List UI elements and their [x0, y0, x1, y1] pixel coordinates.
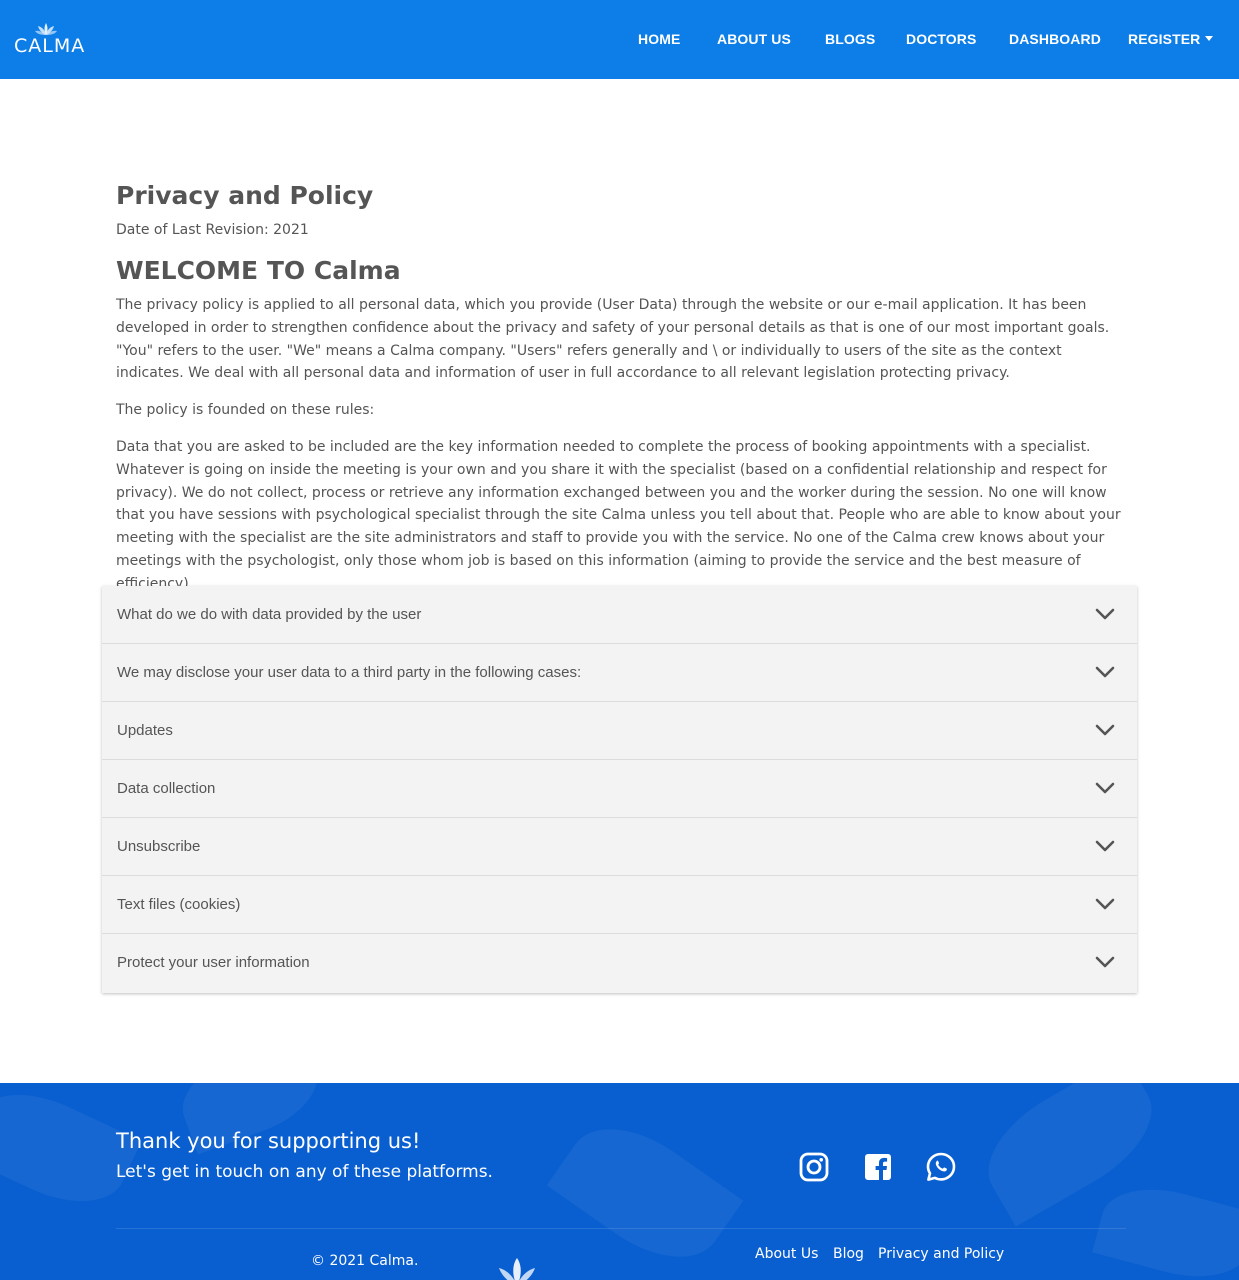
accordion-label: We may disclose your user data to a thir…: [117, 664, 582, 681]
nav-register-label: REGISTER: [1128, 31, 1201, 47]
whatsapp-icon[interactable]: [925, 1151, 957, 1183]
accordion-label: What do we do with data provided by the …: [117, 606, 422, 623]
nav-home[interactable]: HOME: [638, 31, 680, 47]
footer-link-blog[interactable]: Blog: [833, 1246, 864, 1262]
accordion-item[interactable]: What do we do with data provided by the …: [102, 586, 1137, 644]
welcome-heading: WELCOME TO Calma: [116, 256, 401, 285]
lotus-icon: [499, 1258, 535, 1280]
nav-doctors[interactable]: DOCTORS: [906, 31, 976, 47]
footer-divider: [116, 1228, 1126, 1229]
revision-date: Date of Last Revision: 2021: [116, 222, 309, 238]
intro-paragraph: The privacy policy is applied to all per…: [116, 297, 1110, 382]
chevron-down-icon: [1095, 840, 1115, 852]
accordion-label: Protect your user information: [117, 954, 310, 971]
nav-register-dropdown[interactable]: REGISTER: [1128, 31, 1214, 47]
accordion-item[interactable]: Text files (cookies): [102, 876, 1137, 934]
footer-link-privacy-policy[interactable]: Privacy and Policy: [878, 1246, 1004, 1262]
accordion-item[interactable]: Unsubscribe: [102, 818, 1137, 876]
accordion-item[interactable]: Updates: [102, 702, 1137, 760]
navbar: CALMA HOME ABOUT US BLOGS DOCTORS DASHBO…: [0, 0, 1239, 79]
accordion-item[interactable]: We may disclose your user data to a thir…: [102, 644, 1137, 702]
rules-intro: The policy is founded on these rules:: [116, 402, 375, 418]
chevron-down-icon: [1095, 608, 1115, 620]
accordion-label: Text files (cookies): [117, 896, 241, 913]
chevron-down-icon: [1095, 666, 1115, 678]
caret-down-icon: [1205, 36, 1214, 41]
brand-logo[interactable]: CALMA: [12, 22, 86, 62]
nav-blogs[interactable]: BLOGS: [825, 31, 875, 47]
accordion-item[interactable]: Data collection: [102, 760, 1137, 818]
facebook-icon[interactable]: [862, 1151, 894, 1183]
copyright: © 2021 Calma.: [311, 1253, 419, 1269]
brand-name: CALMA: [14, 35, 86, 57]
accordion-label: Unsubscribe: [117, 838, 201, 855]
footer-link-about-us[interactable]: About Us: [755, 1246, 818, 1262]
leaf-decoration: [546, 1103, 744, 1280]
policy-accordion: What do we do with data provided by the …: [102, 586, 1137, 993]
accordion-item[interactable]: Protect your user information: [102, 934, 1137, 993]
nav-about-us[interactable]: ABOUT US: [717, 31, 791, 47]
accordion-label: Data collection: [117, 780, 216, 797]
accordion-label: Updates: [117, 722, 173, 739]
lotus-icon: [35, 23, 57, 35]
page-title: Privacy and Policy: [116, 181, 374, 210]
footer-touch: Let's get in touch on any of these platf…: [116, 1162, 493, 1182]
footer: Thank you for supporting us! Let's get i…: [0, 1083, 1239, 1280]
chevron-down-icon: [1095, 782, 1115, 794]
chevron-down-icon: [1095, 724, 1115, 736]
nav-dashboard[interactable]: DASHBOARD: [1009, 31, 1101, 47]
instagram-icon[interactable]: [798, 1151, 830, 1183]
data-paragraph: Data that you are asked to be included a…: [116, 439, 1121, 592]
chevron-down-icon: [1095, 898, 1115, 910]
chevron-down-icon: [1095, 956, 1115, 968]
footer-thanks: Thank you for supporting us!: [116, 1129, 421, 1153]
